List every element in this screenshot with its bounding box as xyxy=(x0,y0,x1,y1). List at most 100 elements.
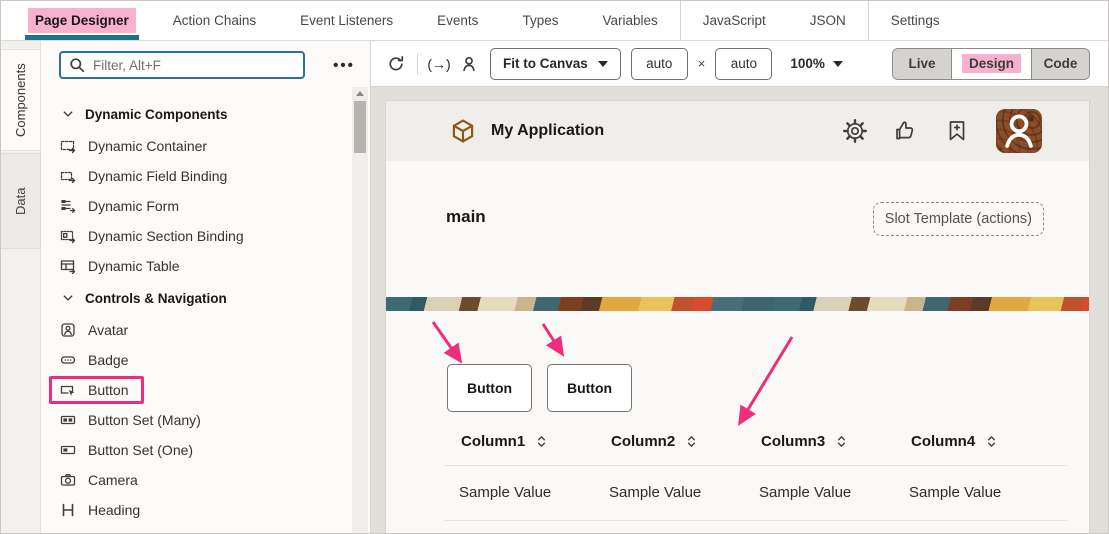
tab-page-designer[interactable]: Page Designer xyxy=(13,1,151,40)
sort-icon[interactable] xyxy=(835,434,848,449)
mode-button-live[interactable]: Live xyxy=(893,49,951,79)
canvas-button-2[interactable]: Button xyxy=(547,364,632,412)
palette-item-label: Button xyxy=(88,382,128,398)
slot-template-placeholder[interactable]: Slot Template (actions) xyxy=(873,202,1044,236)
section-title: Controls & Navigation xyxy=(85,291,227,306)
page-section-title: main xyxy=(446,207,486,227)
scrollbar-thumb[interactable] xyxy=(354,101,366,153)
zoom-select[interactable]: 100% xyxy=(790,56,843,71)
tab-events[interactable]: Events xyxy=(415,1,500,40)
refresh-button[interactable] xyxy=(383,49,409,79)
sort-icon[interactable] xyxy=(985,434,998,449)
palette-item-label: Avatar xyxy=(88,322,128,338)
cube-icon xyxy=(450,118,476,144)
palette-item-highlight-text[interactable]: A Highlight Text xyxy=(41,525,350,533)
designed-page: My Application main Slot Template (actio… xyxy=(386,101,1089,533)
mode-button-label: Design xyxy=(962,54,1021,73)
bookmark-add-icon[interactable] xyxy=(945,119,969,143)
palette-item-inner: Dynamic Container xyxy=(49,132,223,160)
canvas-width-input[interactable] xyxy=(631,48,688,80)
palette-item-label: Dynamic Container xyxy=(88,138,207,154)
refresh-icon xyxy=(387,55,405,73)
palette-scrollbar[interactable] xyxy=(352,87,368,533)
page-content: main Slot Template (actions) Button Butt… xyxy=(386,161,1089,533)
palette-item-dynamic-form[interactable]: Dynamic Form xyxy=(41,191,350,221)
palette-item-dynamic-table[interactable]: Dynamic Table xyxy=(41,251,350,281)
palette-item-dynamic-section-binding[interactable]: Dynamic Section Binding xyxy=(41,221,350,251)
chevron-down-icon xyxy=(62,292,74,304)
palette-item-label: Highlight Text xyxy=(88,532,172,533)
palette-item-dynamic-container[interactable]: Dynamic Container xyxy=(41,131,350,161)
tab-label: JSON xyxy=(803,8,853,33)
column-header-column3[interactable]: Column3 xyxy=(744,419,894,465)
component-filter xyxy=(59,51,305,79)
tab-label: Page Designer xyxy=(28,8,136,33)
table-cell: Sample Value xyxy=(894,466,1044,520)
tab-event-listeners[interactable]: Event Listeners xyxy=(278,1,415,40)
palette-item-inner: A Highlight Text xyxy=(49,526,188,533)
user-avatar[interactable] xyxy=(996,109,1042,153)
rail-tab-components[interactable]: Components xyxy=(1,49,41,151)
section-header-controls-navigation[interactable]: Controls & Navigation xyxy=(41,281,350,315)
sort-icon[interactable] xyxy=(535,434,548,449)
palette-item-dynamic-field-binding[interactable]: Dynamic Field Binding xyxy=(41,161,350,191)
tab-settings[interactable]: Settings xyxy=(868,1,962,40)
data-table: Column1 Column2 Column3 Column4 Sample Value… xyxy=(444,419,1067,521)
palette-item-heading[interactable]: Heading xyxy=(41,495,350,525)
palette-item-button[interactable]: Button xyxy=(41,375,350,405)
column-header-label: Column2 xyxy=(611,433,675,450)
canvas-button-1[interactable]: Button xyxy=(447,364,532,412)
palette-item-button-set-one[interactable]: Button Set (One) xyxy=(41,435,350,465)
palette-item-inner: Dynamic Form xyxy=(49,192,195,220)
button-icon xyxy=(60,382,76,398)
tab-types[interactable]: Types xyxy=(500,1,580,40)
palette-item-inner: Heading xyxy=(49,496,156,524)
palette-item-label: Dynamic Section Binding xyxy=(88,228,244,244)
thumbs-up-icon[interactable] xyxy=(894,119,918,143)
audit-user-button[interactable] xyxy=(456,49,482,79)
canvas-toolbar: (→) Fit to Canvas × 100% LiveDesignCode xyxy=(371,41,1108,87)
palette-item-inner: Avatar xyxy=(49,316,144,344)
page-designer-app: Page Designer Action ChainsEvent Listener… xyxy=(0,0,1109,534)
mode-button-label: Live xyxy=(908,56,935,71)
tab-javascript[interactable]: JavaScript xyxy=(680,1,788,40)
editor-tab-bar: Page Designer Action ChainsEvent Listener… xyxy=(1,1,1108,41)
palette-item-badge[interactable]: Badge xyxy=(41,345,350,375)
tab-label: Variables xyxy=(595,8,664,33)
tab-action-chains[interactable]: Action Chains xyxy=(151,1,278,40)
fit-to-canvas-value: Fit to Canvas xyxy=(503,56,588,71)
component-list: Dynamic Components Dynamic Container Dynam… xyxy=(41,87,350,533)
section-header-dynamic-components[interactable]: Dynamic Components xyxy=(41,97,350,131)
dynamic-field-binding-icon xyxy=(60,168,76,184)
palette-item-inner: Dynamic Field Binding xyxy=(49,162,243,190)
search-icon xyxy=(69,57,85,73)
scrollbar-up-arrow-icon[interactable] xyxy=(356,91,364,96)
palette-item-button-set-many[interactable]: Button Set (Many) xyxy=(41,405,350,435)
palette-item-label: Dynamic Field Binding xyxy=(88,168,227,184)
mode-button-code[interactable]: Code xyxy=(1031,49,1089,79)
dynamic-table-icon xyxy=(60,258,76,274)
tab-variables[interactable]: Variables xyxy=(580,1,679,40)
palette-item-avatar[interactable]: Avatar xyxy=(41,315,350,345)
palette-item-inner: Camera xyxy=(49,466,154,494)
column-header-column4[interactable]: Column4 xyxy=(894,419,1044,465)
palette-menu-button[interactable]: ••• xyxy=(327,53,361,77)
palette-item-camera[interactable]: Camera xyxy=(41,465,350,495)
fit-to-canvas-select[interactable]: Fit to Canvas xyxy=(490,48,621,80)
canvas-height-input[interactable] xyxy=(715,48,772,80)
column-header-column1[interactable]: Column1 xyxy=(444,419,594,465)
rail-tab-data[interactable]: Data xyxy=(1,153,41,249)
component-filter-input[interactable] xyxy=(93,58,295,73)
chevron-down-icon xyxy=(62,108,74,120)
gear-icon[interactable] xyxy=(843,119,867,143)
button-set-one-icon xyxy=(60,442,76,458)
mode-button-design[interactable]: Design xyxy=(951,49,1031,79)
tab-json[interactable]: JSON xyxy=(788,1,868,40)
sort-icon[interactable] xyxy=(685,434,698,449)
camera-icon xyxy=(60,472,76,488)
column-header-label: Column4 xyxy=(911,433,975,450)
person-icon xyxy=(996,109,1018,131)
live-context-button[interactable]: (→) xyxy=(426,49,452,79)
column-header-column2[interactable]: Column2 xyxy=(594,419,744,465)
highlight-text-icon: A xyxy=(60,532,76,533)
